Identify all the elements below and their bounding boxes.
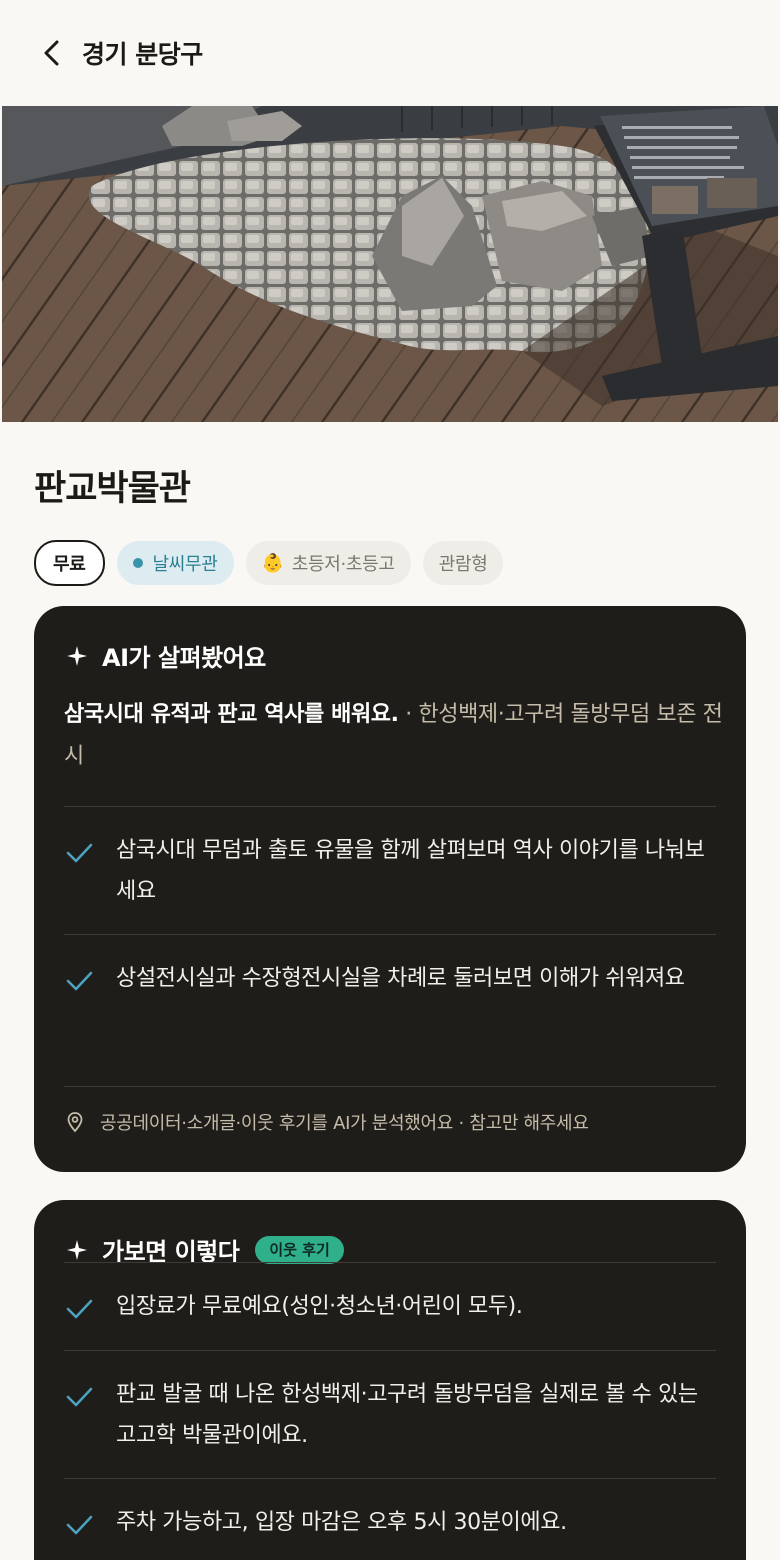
chevron-left-icon: [44, 40, 59, 66]
chip-type[interactable]: 관람형: [422, 541, 504, 585]
place-detail-page: 경기 분당구 판교박물관 무료 날씨무관 👶 초등저·초등고 관람형 AI가 살…: [0, 0, 780, 1560]
check-icon: [66, 843, 93, 863]
ai-footnote-text: 공공데이터·소개글·이웃 후기를 AI가 분석했어요 · 참고만 해주세요: [100, 1113, 589, 1134]
ai-summary-main: 삼국시대 유적과 판교 역사를 배워요.: [64, 702, 399, 727]
review-text: 판교 발굴 때 나온 한성백제·고구려 돌방무덤을 실제로 볼 수 있는 고고학…: [116, 1382, 698, 1448]
review-item: 판교 발굴 때 나온 한성백제·고구려 돌방무덤을 실제로 볼 수 있는 고고학…: [64, 1380, 724, 1456]
baby-face-icon: 👶: [261, 552, 284, 574]
divider: [64, 1086, 716, 1087]
chip-free[interactable]: 무료: [34, 540, 105, 586]
check-icon: [66, 1299, 93, 1319]
hero-image[interactable]: [2, 106, 778, 422]
ai-summary: 삼국시대 유적과 판교 역사를 배워요. · 한성백제·고구려 돌방무덤 보존 …: [64, 694, 724, 778]
back-button[interactable]: [36, 37, 68, 69]
ai-tip-text: 삼국시대 무덤과 출토 유물을 함께 살펴보며 역사 이야기를 나눠보세요: [116, 838, 705, 904]
check-icon: [66, 971, 93, 991]
tag-chips: 무료 날씨무관 👶 초등저·초등고 관람형: [34, 540, 780, 586]
divider: [64, 1350, 716, 1351]
header: 경기 분당구: [0, 0, 780, 106]
header-title: 경기 분당구: [82, 40, 203, 69]
review-text: 입장료가 무료예요(성인·청소년·어린이 모두).: [116, 1294, 523, 1319]
place-title: 판교박물관: [34, 469, 191, 509]
sparkle-icon: [67, 1239, 87, 1260]
divider: [64, 1478, 716, 1479]
ai-card-header: AI가 살펴봤어요: [66, 638, 266, 673]
chip-free-label: 무료: [53, 554, 86, 575]
divider: [64, 806, 716, 807]
neighbor-review-badge: 이웃 후기: [255, 1235, 344, 1264]
ai-tip-text: 상설전시실과 수장형전시실을 차례로 둘러보면 이해가 쉬워져요: [116, 966, 685, 991]
ai-summary-card: AI가 살펴봤어요 삼국시대 유적과 판교 역사를 배워요. · 한성백제·고구…: [34, 606, 746, 1172]
chip-age-label: 초등저·초등고: [291, 554, 395, 575]
ai-footnote: 공공데이터·소개글·이웃 후기를 AI가 분석했어요 · 참고만 해주세요: [64, 1109, 589, 1135]
review-text: 주차 가능하고, 입장 마감은 오후 5시 30분이에요.: [116, 1510, 567, 1535]
ai-card-title: AI가 살펴봤어요: [102, 644, 266, 672]
chip-age[interactable]: 👶 초등저·초등고: [245, 541, 411, 585]
ai-tip-item: 상설전시실과 수장형전시실을 차례로 둘러보면 이해가 쉬워져요: [64, 964, 724, 999]
review-card: 가보면 이렇다 이웃 후기 입장료가 무료예요(성인·청소년·어린이 모두). …: [34, 1200, 746, 1560]
chip-type-label: 관람형: [438, 554, 488, 575]
location-pin-icon: [67, 1112, 83, 1133]
ai-tip-item: 삼국시대 무덤과 출토 유물을 함께 살펴보며 역사 이야기를 나눠보세요: [64, 836, 724, 912]
chip-weather[interactable]: 날씨무관: [116, 541, 234, 585]
hero-photo-illustration: [2, 106, 778, 422]
sparkle-icon: [67, 645, 87, 666]
divider: [64, 1262, 716, 1263]
divider: [64, 934, 716, 935]
review-item: 주차 가능하고, 입장 마감은 오후 5시 30분이에요.: [64, 1508, 724, 1543]
check-icon: [66, 1387, 93, 1407]
check-icon: [66, 1515, 93, 1535]
chip-weather-label: 날씨무관: [152, 554, 218, 575]
review-item: 입장료가 무료예요(성인·청소년·어린이 모두).: [64, 1292, 724, 1327]
dot-icon: [132, 558, 143, 568]
